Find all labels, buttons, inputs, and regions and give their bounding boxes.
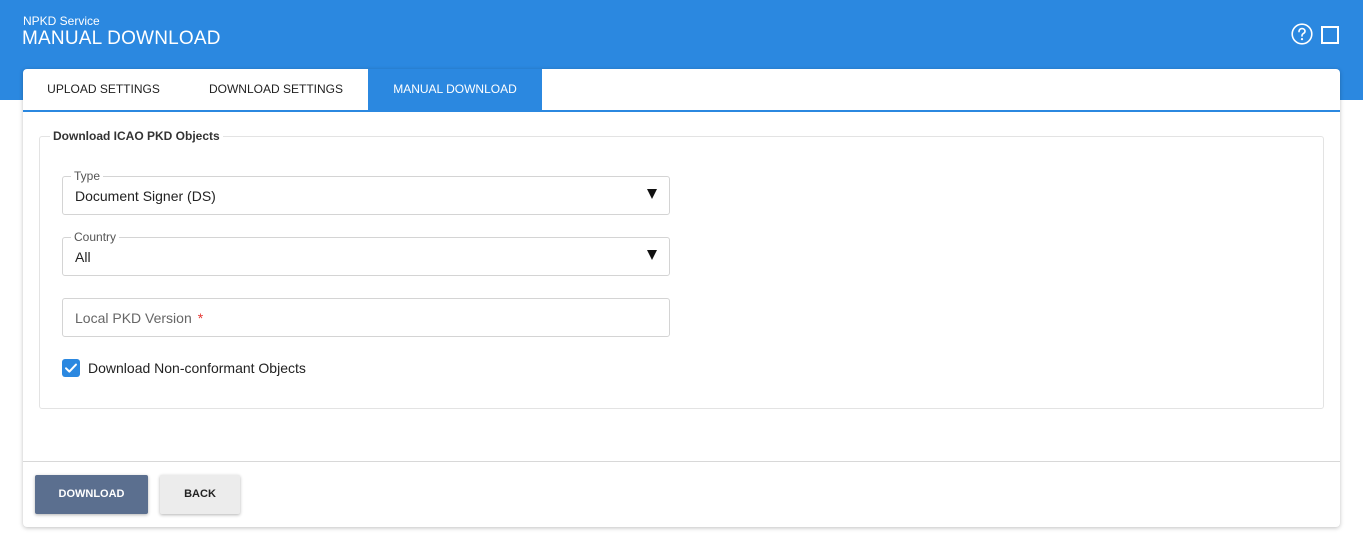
main-card: UPLOAD SETTINGS DOWNLOAD SETTINGS MANUAL…	[23, 69, 1340, 527]
country-label: Country	[71, 230, 120, 244]
page-title: MANUAL DOWNLOAD	[22, 28, 221, 49]
footer-divider	[23, 461, 1340, 462]
local-pkd-version-input[interactable]: Local PKD Version *	[62, 298, 670, 337]
fieldset-legend: Download ICAO PKD Objects	[50, 129, 223, 143]
non-conformant-label[interactable]: Download Non-conformant Objects	[88, 360, 306, 376]
type-value: Document Signer (DS)	[75, 188, 216, 204]
tab-download-settings[interactable]: DOWNLOAD SETTINGS	[184, 69, 368, 110]
local-pkd-version-placeholder: Local PKD Version *	[75, 310, 204, 326]
app-subtitle: NPKD Service	[23, 14, 100, 28]
checkmark-icon	[65, 363, 77, 373]
back-button[interactable]: BACK	[160, 475, 240, 514]
download-button[interactable]: DOWNLOAD	[35, 475, 148, 514]
download-objects-fieldset: Download ICAO PKD Objects Type Document …	[39, 129, 1324, 409]
question-circle-icon[interactable]	[1291, 23, 1313, 45]
type-label: Type	[71, 169, 104, 183]
country-value: All	[75, 249, 91, 265]
tab-manual-download[interactable]: MANUAL DOWNLOAD	[368, 69, 542, 110]
type-select[interactable]: Type Document Signer (DS)	[62, 169, 670, 215]
non-conformant-checkbox[interactable]	[62, 359, 80, 377]
dropdown-caret-icon	[647, 189, 657, 199]
required-asterisk: *	[197, 310, 204, 326]
square-icon[interactable]	[1321, 26, 1339, 44]
tab-bar: UPLOAD SETTINGS DOWNLOAD SETTINGS MANUAL…	[23, 69, 1340, 112]
tab-upload-settings[interactable]: UPLOAD SETTINGS	[23, 69, 184, 110]
country-select[interactable]: Country All	[62, 230, 670, 276]
dropdown-caret-icon	[647, 250, 657, 260]
